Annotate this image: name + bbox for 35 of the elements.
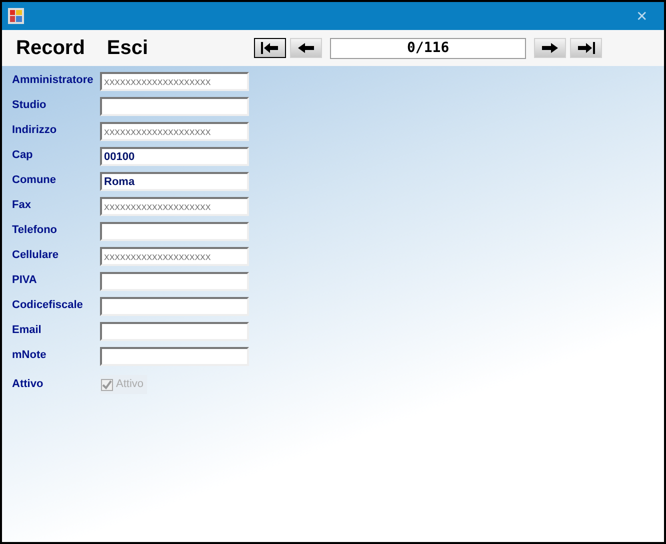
field-label: Codicefiscale [12,298,84,313]
menu-item[interactable]: Record [16,33,85,63]
text-field[interactable] [100,272,249,291]
check-icon [102,380,112,390]
text-field[interactable] [100,222,249,241]
first-record-icon [261,42,280,54]
text-field[interactable] [100,97,249,116]
field-label: Attivo [12,377,44,392]
text-field[interactable]: XXXXXXXXXXXXXXXXXXXX [100,197,249,216]
field-label: mNote [12,348,48,363]
app-icon [8,8,24,24]
field-label: Comune [12,173,57,188]
field-label: Cellulare [12,248,60,263]
left-arrow-icon [298,42,314,54]
text-field[interactable] [100,322,249,341]
text-field[interactable] [100,347,249,366]
text-field[interactable]: XXXXXXXXXXXXXXXXXXXX [100,247,249,266]
right-arrow-icon [542,42,558,54]
menu-item[interactable]: Esci [106,33,148,63]
field-label: Fax [12,198,32,213]
field-label: Telefono [12,223,58,238]
text-field[interactable]: Roma [100,172,249,191]
text-field[interactable] [100,297,249,316]
text-field[interactable]: XXXXXXXXXXXXXXXXXXXX [100,72,249,91]
text-field[interactable]: 00100 [100,147,249,166]
field-label: PIVA [12,273,38,288]
field-label: Amministratore [12,73,94,88]
field-label: Indirizzo [12,123,58,138]
last-record-icon [577,42,596,54]
field-label: Studio [12,98,48,113]
record-counter: 0/116 [330,38,526,58]
text-field[interactable]: XXXXXXXXXXXXXXXXXXXX [100,122,249,141]
field-label: Email [12,323,42,338]
field-label: Cap [12,148,34,163]
navigation-button[interactable] [254,38,286,58]
